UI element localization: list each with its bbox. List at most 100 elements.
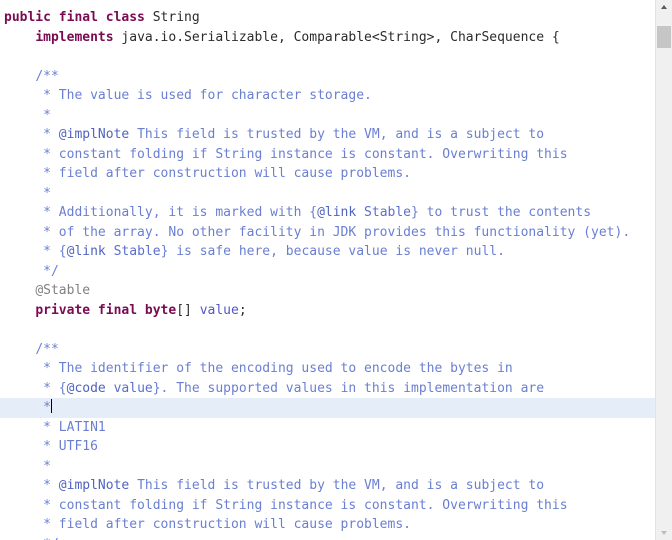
scroll-down-button[interactable] <box>656 526 672 540</box>
code-token-plain: java.io.Serializable, Comparable<String>… <box>113 29 560 45</box>
code-token-jdoc: This field is trusted by the VM, and is … <box>129 127 545 142</box>
code-line[interactable]: * <box>0 106 655 126</box>
code-token-jdoc: * of the array. No other facility in JDK… <box>43 224 631 240</box>
code-line[interactable]: * @implNote This field is trusted by the… <box>0 476 655 496</box>
code-line[interactable]: * field after construction will cause pr… <box>0 164 655 184</box>
code-token-jdoc: * <box>43 400 51 415</box>
code-line[interactable]: /** <box>0 67 655 87</box>
code-line[interactable]: * <box>0 184 655 204</box>
code-token-jdoctag: @link <box>317 205 357 220</box>
code-editor-window: public final class String implements jav… <box>0 0 672 540</box>
code-line[interactable]: * field after construction will cause pr… <box>0 515 655 535</box>
scrollbar-thumb[interactable] <box>657 26 671 48</box>
code-token-jdoc: * field after construction will cause pr… <box>43 517 411 532</box>
code-line[interactable]: * LATIN1 <box>0 418 655 438</box>
code-token-jdoc: * constant folding if String instance is… <box>43 497 568 513</box>
code-line[interactable]: * {@code value}. The supported values in… <box>0 379 655 399</box>
code-token-jdoclink: Stable <box>105 244 161 259</box>
code-token-kw: implements <box>35 29 114 45</box>
code-line[interactable] <box>0 320 655 340</box>
code-token-jdoc: * { <box>43 380 67 396</box>
code-line[interactable]: * {@link Stable} is safe here, because v… <box>0 242 655 262</box>
text-caret <box>50 399 52 413</box>
scrollbar-track[interactable] <box>656 14 672 526</box>
code-token-jdoc: /** <box>35 68 59 84</box>
code-token-jdoctag: @link <box>66 244 106 259</box>
code-line[interactable]: /** <box>0 340 655 360</box>
code-token-jdoclink: Stable <box>356 205 412 220</box>
code-line[interactable]: * <box>0 398 655 418</box>
code-token-field: value <box>199 302 239 318</box>
code-line[interactable]: * The identifier of the encoding used to… <box>0 359 655 379</box>
code-token-jdoc: }. The supported values in this implemen… <box>152 380 545 396</box>
code-line[interactable] <box>0 47 655 67</box>
code-token-jdoctag: @implNote <box>58 127 130 142</box>
code-token-jdoc: } is safe here, because value is never n… <box>160 244 505 259</box>
code-line[interactable]: * <box>0 457 655 477</box>
code-line[interactable]: */ <box>0 535 655 540</box>
code-token-jdoc: * <box>43 127 59 142</box>
code-token-anno: @Stable <box>35 283 91 298</box>
code-token-jdoc: * <box>43 107 51 123</box>
code-line[interactable]: * constant folding if String instance is… <box>0 145 655 165</box>
arrow-up-icon <box>661 5 667 9</box>
code-line[interactable]: */ <box>0 262 655 282</box>
code-token-jdoc: * constant folding if String instance is… <box>43 146 568 162</box>
code-token-jdoc: */ <box>43 537 59 540</box>
code-line[interactable]: * of the array. No other facility in JDK… <box>0 223 655 243</box>
code-token-jdoctag: @implNote <box>58 478 130 493</box>
code-token-kw: public final class <box>4 10 145 25</box>
code-text-area[interactable]: public final class String implements jav… <box>0 0 655 540</box>
code-token-jdoclink: value <box>105 380 153 396</box>
code-line[interactable]: public final class String <box>0 8 655 28</box>
code-line[interactable]: * The value is used for character storag… <box>0 86 655 106</box>
code-token-jdoc: * UTF16 <box>43 439 98 454</box>
code-line[interactable]: * UTF16 <box>0 437 655 457</box>
code-token-jdoc: * Additionally, it is marked with { <box>43 205 318 220</box>
code-token-jdoc: * { <box>43 244 67 259</box>
code-line[interactable]: implements java.io.Serializable, Compara… <box>0 28 655 48</box>
code-token-jdoc: /** <box>35 341 59 357</box>
code-line[interactable]: @Stable <box>0 281 655 301</box>
code-line[interactable]: private final byte[] value; <box>0 301 655 321</box>
code-token-plain: ; <box>238 302 247 318</box>
code-token-jdoc: * field after construction will cause pr… <box>43 166 411 181</box>
code-line[interactable]: * @implNote This field is trusted by the… <box>0 125 655 145</box>
code-token-jdoc: } to trust the contents <box>411 205 592 220</box>
arrow-down-icon <box>661 531 667 535</box>
scroll-up-button[interactable] <box>656 0 672 14</box>
code-token-plain: [] <box>176 302 200 318</box>
code-token-jdoc: * <box>43 185 51 201</box>
code-token-jdoc: * The value is used for character storag… <box>43 88 372 103</box>
code-line[interactable]: * constant folding if String instance is… <box>0 496 655 516</box>
code-token-jdoc: * LATIN1 <box>43 419 106 435</box>
code-line[interactable]: * Additionally, it is marked with {@link… <box>0 203 655 223</box>
code-token-jdoctag: @code <box>66 380 106 396</box>
code-token-jdoc: */ <box>43 263 59 279</box>
vertical-scrollbar[interactable] <box>655 0 672 540</box>
